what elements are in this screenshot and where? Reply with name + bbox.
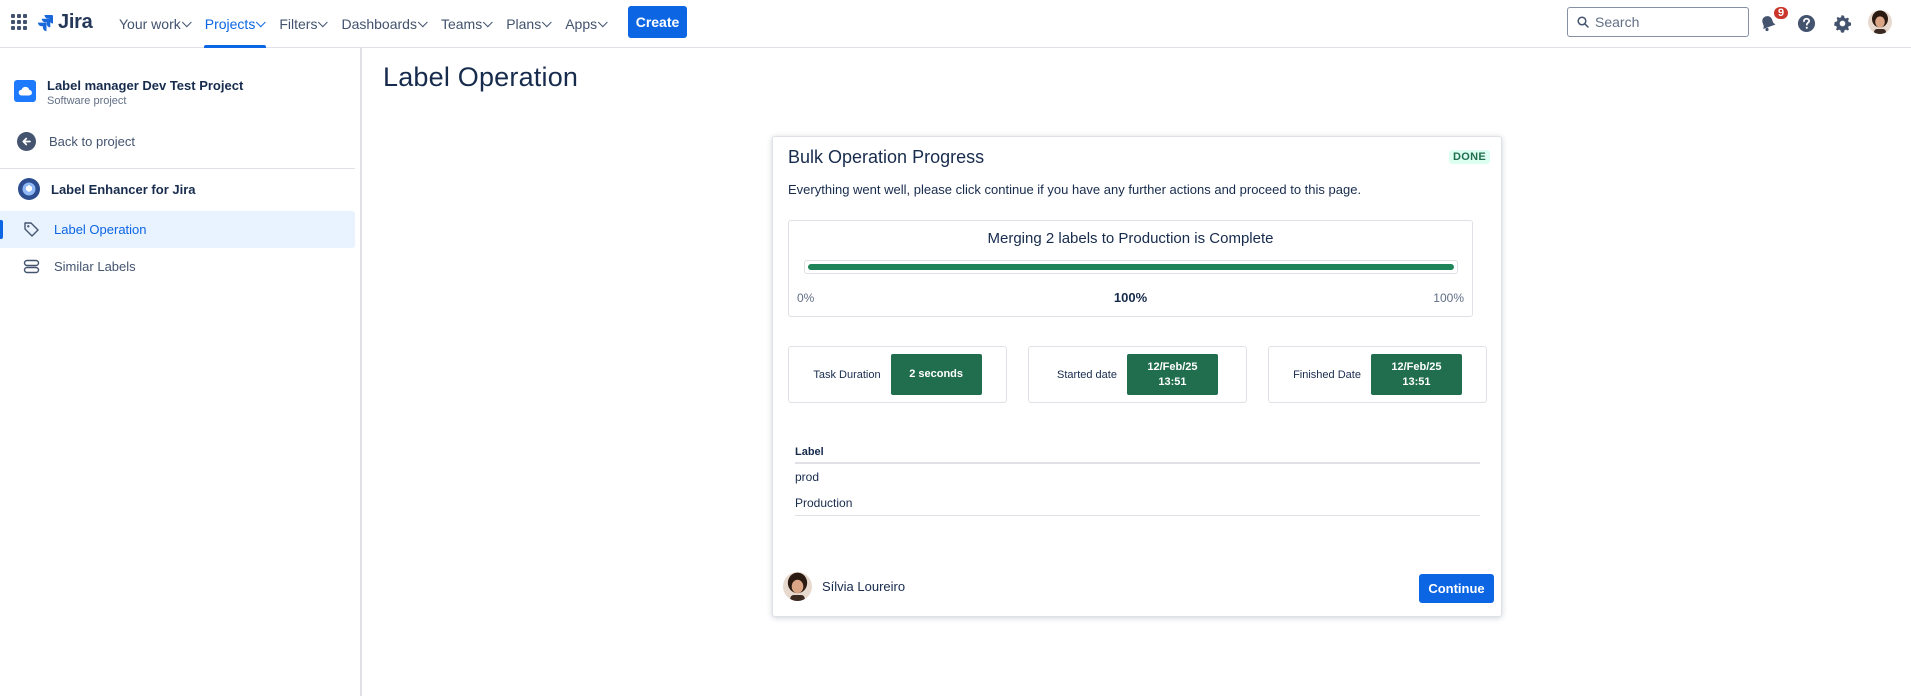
nav-label: Teams [440, 16, 483, 32]
nav-filters[interactable]: Filters [272, 0, 334, 48]
progress-panel: Merging 2 labels to Production is Comple… [788, 220, 1473, 317]
status-badge: DONE [1449, 150, 1490, 164]
project-avatar [14, 80, 36, 102]
help-button[interactable] [1795, 12, 1817, 34]
stat-label: Finished Date [1293, 368, 1361, 381]
progress-max-label: 100% [1433, 291, 1464, 305]
search-input[interactable] [1595, 14, 1735, 30]
stat-value: 12/Feb/25 13:51 [1370, 354, 1462, 395]
stat-started-date: Started date 12/Feb/25 13:51 [1028, 346, 1247, 403]
chevron-down-icon [318, 16, 329, 27]
cloud-icon [18, 86, 32, 96]
stat-value: 2 seconds [890, 354, 982, 395]
labels-table: Label prod Production [795, 444, 1480, 516]
sidebar-item-label-operation[interactable]: Label Operation [0, 211, 355, 248]
sidebar-item-label: Similar Labels [54, 259, 136, 274]
nav-dashboards[interactable]: Dashboards [334, 0, 434, 48]
progress-bar-fill [808, 264, 1454, 270]
user-name: Sílvia Loureiro [822, 579, 906, 594]
project-type: Software project [47, 95, 127, 107]
avatar-image [1868, 10, 1892, 34]
card-description: Everything went well, please click conti… [788, 182, 1362, 197]
back-label: Back to project [49, 134, 135, 149]
primary-nav: Your work Projects Filters Dashboards Te… [112, 0, 614, 48]
sidebar-item-label: Label Operation [54, 222, 147, 237]
arrow-left-icon [17, 132, 36, 151]
stat-finished-date: Finished Date 12/Feb/25 13:51 [1268, 346, 1487, 403]
stack-icon [23, 259, 40, 274]
chevron-down-icon [256, 16, 267, 27]
logo-text: Jira [58, 11, 93, 33]
progress-title: Merging 2 labels to Production is Comple… [987, 230, 1274, 247]
nav-your-work[interactable]: Your work [112, 0, 198, 48]
label-tag-icon [24, 222, 39, 237]
avatar [783, 572, 812, 601]
app-name: Label Enhancer for Jira [51, 181, 196, 197]
nav-label: Filters [279, 16, 318, 32]
page-title: Label Operation [383, 62, 579, 92]
label-enhancer-app-icon [18, 178, 40, 200]
nav-plans[interactable]: Plans [499, 0, 558, 48]
progress-bar [804, 260, 1458, 274]
stat-label: Started date [1057, 368, 1117, 381]
search-box[interactable] [1567, 7, 1749, 37]
nav-label: Plans [506, 16, 542, 32]
chevron-down-icon [542, 16, 552, 27]
settings-button[interactable] [1831, 12, 1853, 34]
notification-count-badge: 9 [1773, 6, 1789, 20]
table-row: prod [795, 470, 820, 484]
card-title: Bulk Operation Progress [788, 147, 985, 167]
chevron-down-icon [181, 16, 192, 27]
sidebar: Label manager Dev Test Project Software … [0, 48, 362, 696]
nav-label: Projects [204, 16, 256, 32]
jira-logo[interactable]: Jira [38, 11, 93, 34]
user-avatar[interactable] [1868, 10, 1892, 34]
nav-apps[interactable]: Apps [558, 0, 614, 48]
continue-button[interactable]: Continue [1419, 574, 1494, 603]
back-to-project-link[interactable]: Back to project [17, 132, 135, 151]
stat-label: Task Duration [813, 368, 881, 381]
chevron-down-icon [417, 16, 428, 27]
app-header: Label Enhancer for Jira [18, 178, 196, 200]
nav-label: Dashboards [341, 16, 417, 32]
nav-label: Apps [565, 16, 598, 32]
bulk-operation-card: Bulk Operation Progress DONE Everything … [772, 136, 1502, 617]
sidebar-divider [0, 168, 355, 169]
gear-icon [1833, 14, 1851, 33]
chevron-down-icon [483, 16, 493, 27]
search-icon [1577, 16, 1589, 28]
nav-label: Your work [119, 16, 181, 32]
chevron-down-icon [597, 16, 608, 27]
nav-teams[interactable]: Teams [434, 0, 499, 48]
nav-projects[interactable]: Projects [198, 0, 273, 48]
avatar-image [783, 572, 812, 601]
sidebar-item-similar-labels[interactable]: Similar Labels [0, 248, 355, 285]
table-row: Production [795, 490, 1480, 516]
help-icon [1797, 14, 1815, 32]
user-info: Sílvia Loureiro [783, 572, 905, 601]
stat-value: 12/Feb/25 13:51 [1126, 354, 1218, 395]
app-switcher-icon[interactable] [11, 14, 27, 30]
table-header-label: Label [795, 444, 1480, 464]
stat-task-duration: Task Duration 2 seconds [788, 346, 1007, 403]
top-navigation: Jira Your work Projects Filters Dashboar… [0, 0, 1911, 48]
create-button[interactable]: Create [628, 6, 687, 38]
jira-logo-icon [38, 14, 53, 31]
project-name: Label manager Dev Test Project [47, 78, 244, 93]
progress-value-label: 100% [1113, 290, 1148, 305]
